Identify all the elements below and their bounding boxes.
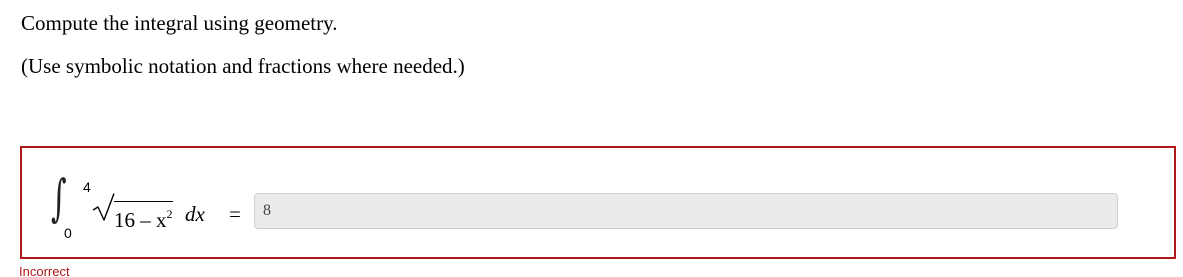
exponent: 2	[166, 207, 173, 221]
integral-sign-icon: ∫	[51, 169, 67, 227]
upper-limit: 4	[83, 179, 91, 195]
radicand: 16 – x2	[114, 201, 173, 231]
question-instruction: Compute the integral using geometry.	[21, 11, 338, 35]
equals-sign: =	[229, 202, 241, 226]
question-page: Compute the integral using geometry. (Us…	[0, 0, 1183, 277]
radicand-text: 16 – x	[114, 208, 167, 232]
differential: dx	[185, 202, 205, 226]
lower-limit: 0	[64, 225, 72, 241]
feedback-status: Incorrect	[19, 264, 70, 277]
answer-box: ∫ 4 0 16 – x2 dx =	[20, 146, 1176, 259]
question-hint: (Use symbolic notation and fractions whe…	[21, 54, 465, 78]
answer-input[interactable]	[254, 193, 1118, 229]
